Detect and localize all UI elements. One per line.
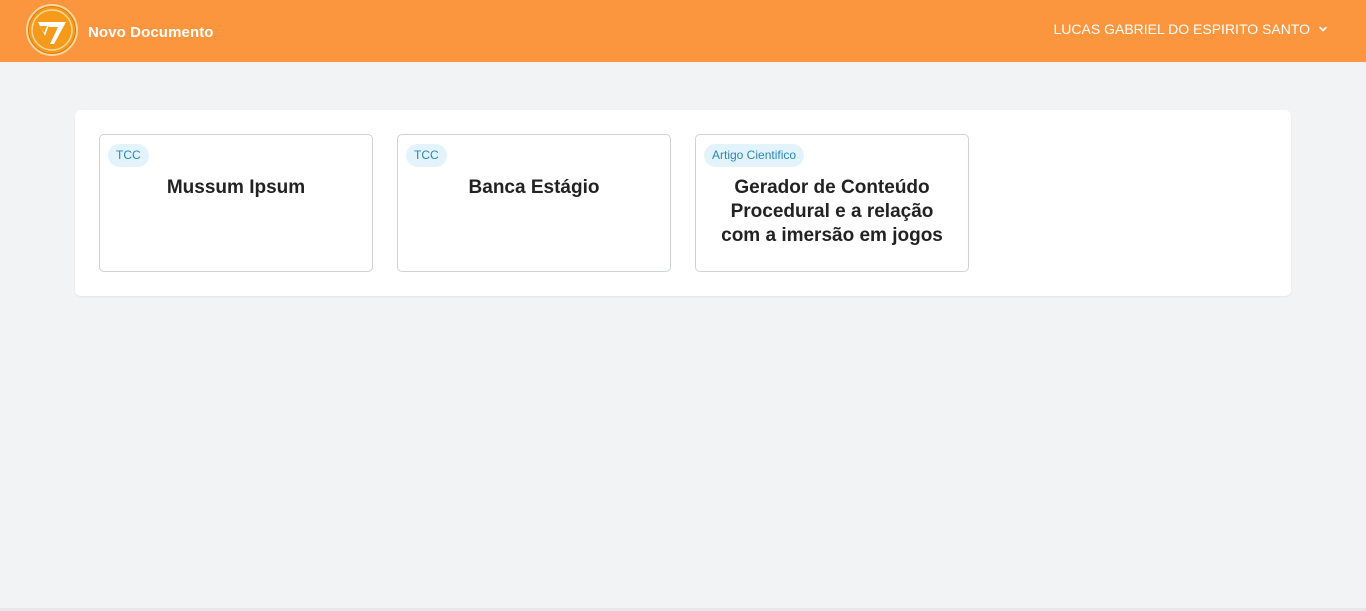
user-menu[interactable]: LUCAS GABRIEL DO ESPIRITO SANTO (1054, 21, 1328, 37)
document-type-badge: TCC (406, 144, 447, 167)
chevron-down-icon (1319, 26, 1327, 32)
documents-panel: TCC Mussum Ipsum TCC Banca Estágio Artig… (75, 110, 1291, 296)
document-card[interactable]: TCC Banca Estágio (397, 134, 671, 272)
document-card[interactable]: Artigo Cientifico Gerador de Conteúdo Pr… (695, 134, 969, 272)
document-title: Mussum Ipsum (166, 177, 306, 198)
document-title: Gerador de Conteúdo Procedural e a relaç… (721, 177, 943, 246)
document-type-badge: TCC (108, 144, 149, 167)
user-name: LUCAS GABRIEL DO ESPIRITO SANTO (1053, 21, 1310, 37)
document-card[interactable]: TCC Mussum Ipsum (99, 134, 373, 272)
top-navbar: Novo Documento LUCAS GABRIEL DO ESPIRITO… (0, 0, 1366, 62)
document-type-badge: Artigo Cientifico (704, 144, 805, 167)
app-logo-icon[interactable] (26, 4, 78, 56)
new-document-link[interactable]: Novo Documento (88, 24, 214, 41)
document-title: Banca Estágio (468, 177, 600, 198)
